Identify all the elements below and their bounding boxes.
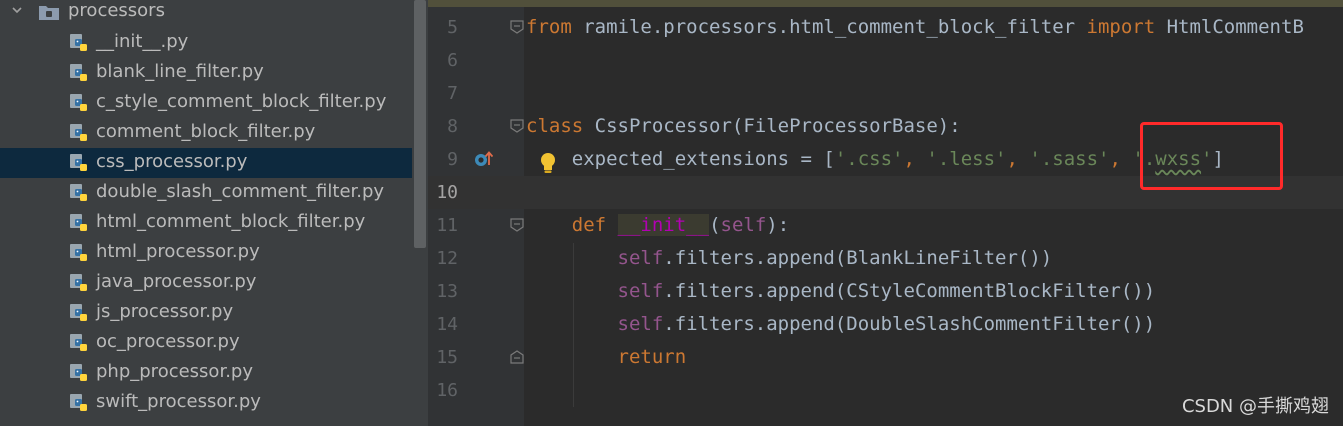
folder-icon bbox=[39, 6, 59, 20]
tree-file-item[interactable]: double_slash_comment_filter.py bbox=[0, 178, 412, 208]
code-line[interactable]: 11 def __init__(self): bbox=[428, 209, 1343, 242]
python-file-icon bbox=[70, 124, 87, 141]
tree-file-item[interactable]: c_style_comment_block_filter.py bbox=[0, 88, 412, 118]
line-number: 12 bbox=[436, 248, 458, 269]
file-label: oc_processor.py bbox=[96, 331, 240, 352]
line-number: 11 bbox=[436, 215, 458, 236]
python-file-icon bbox=[70, 94, 87, 111]
code-text: expected_extensions = ['.css', '.less', … bbox=[526, 148, 1224, 170]
indent-guide bbox=[573, 243, 574, 407]
line-number: 6 bbox=[447, 50, 458, 71]
project-tree-panel: processors __init__.py blank_line_filter.… bbox=[0, 0, 428, 426]
python-file-icon bbox=[70, 334, 87, 351]
line-number: 10 bbox=[436, 182, 458, 203]
code-text: return bbox=[617, 346, 687, 368]
code-line[interactable]: 15 return bbox=[428, 341, 1343, 374]
code-line[interactable]: 12 self.filters.append(BlankLineFilter()… bbox=[428, 242, 1343, 275]
file-label: blank_line_filter.py bbox=[96, 61, 264, 82]
tree-file-item[interactable]: html_comment_block_filter.py bbox=[0, 208, 412, 238]
file-label: html_comment_block_filter.py bbox=[96, 211, 366, 232]
python-file-icon bbox=[70, 154, 87, 171]
tree-folder-processors[interactable]: processors bbox=[0, 0, 412, 27]
python-file-icon bbox=[70, 274, 87, 291]
intention-bulb-icon[interactable] bbox=[539, 152, 557, 174]
code-line[interactable]: 14 self.filters.append(DoubleSlashCommen… bbox=[428, 308, 1343, 341]
tree-file-item[interactable]: oc_processor.py bbox=[0, 328, 412, 358]
folder-label: processors bbox=[68, 0, 165, 21]
code-line[interactable]: 5 from ramile.processors.html_comment_blo… bbox=[428, 11, 1343, 44]
fold-marker-icon[interactable] bbox=[510, 20, 524, 34]
fold-marker-icon[interactable] bbox=[510, 218, 524, 232]
fold-marker-icon[interactable] bbox=[510, 350, 524, 364]
tree-file-item[interactable]: html_processor.py bbox=[0, 238, 412, 268]
fold-marker-icon[interactable] bbox=[510, 119, 524, 133]
file-label: css_processor.py bbox=[96, 151, 248, 172]
line-number: 8 bbox=[447, 116, 458, 137]
highlight-box bbox=[1140, 122, 1283, 190]
code-text: self.filters.append(CStyleCommentBlockFi… bbox=[617, 280, 1156, 302]
code-text: def __init__(self): bbox=[571, 214, 790, 236]
line-number: 14 bbox=[436, 314, 458, 335]
line-number: 13 bbox=[436, 281, 458, 302]
python-file-icon bbox=[70, 214, 87, 231]
line-number: 9 bbox=[447, 149, 458, 170]
python-file-icon bbox=[70, 64, 87, 81]
tree-file-item[interactable]: comment_block_filter.py bbox=[0, 118, 412, 148]
python-file-icon bbox=[70, 244, 87, 261]
file-label: double_slash_comment_filter.py bbox=[96, 181, 385, 202]
file-label: c_style_comment_block_filter.py bbox=[96, 91, 387, 112]
tree-file-item[interactable]: php_processor.py bbox=[0, 358, 412, 388]
code-line[interactable]: 7 bbox=[428, 77, 1343, 110]
code-text: self.filters.append(DoubleSlashCommentFi… bbox=[617, 313, 1156, 335]
watermark: CSDN @手撕鸡翅 bbox=[1181, 396, 1329, 417]
line-number: 5 bbox=[447, 17, 458, 38]
tree-file-item[interactable]: blank_line_filter.py bbox=[0, 58, 412, 88]
python-file-icon bbox=[70, 364, 87, 381]
python-file-icon bbox=[70, 184, 87, 201]
chevron-down-icon[interactable] bbox=[12, 5, 22, 15]
line-number: 15 bbox=[436, 347, 458, 368]
tree-scrollbar[interactable] bbox=[414, 0, 426, 248]
code-line[interactable]: 6 bbox=[428, 44, 1343, 77]
tree-file-item[interactable]: __init__.py bbox=[0, 28, 412, 58]
override-method-icon[interactable] bbox=[473, 150, 493, 168]
python-file-icon bbox=[70, 304, 87, 321]
file-label: java_processor.py bbox=[96, 271, 257, 292]
tree-file-item[interactable]: css_processor.py bbox=[0, 148, 412, 178]
file-label: __init__.py bbox=[96, 31, 189, 52]
line-number: 7 bbox=[447, 83, 458, 104]
code-editor[interactable]: 5 from ramile.processors.html_comment_blo… bbox=[428, 0, 1343, 426]
code-text: from ramile.processors.html_comment_bloc… bbox=[526, 16, 1304, 38]
code-area[interactable]: 5 from ramile.processors.html_comment_blo… bbox=[428, 0, 1343, 426]
file-label: comment_block_filter.py bbox=[96, 121, 316, 142]
tree-file-item[interactable]: swift_processor.py bbox=[0, 388, 412, 418]
file-label: html_processor.py bbox=[96, 241, 260, 262]
file-label: js_processor.py bbox=[96, 301, 234, 322]
file-label: swift_processor.py bbox=[96, 391, 261, 412]
tree-file-item[interactable]: js_processor.py bbox=[0, 298, 412, 328]
python-file-icon bbox=[70, 394, 87, 411]
line-number: 16 bbox=[436, 380, 458, 401]
tree-file-item[interactable]: java_processor.py bbox=[0, 268, 412, 298]
python-file-icon bbox=[70, 34, 87, 51]
code-text: class CssProcessor(FileProcessorBase): bbox=[526, 115, 961, 137]
file-label: php_processor.py bbox=[96, 361, 253, 382]
code-text: self.filters.append(BlankLineFilter()) bbox=[617, 247, 1053, 269]
code-line[interactable]: 13 self.filters.append(CStyleCommentBloc… bbox=[428, 275, 1343, 308]
